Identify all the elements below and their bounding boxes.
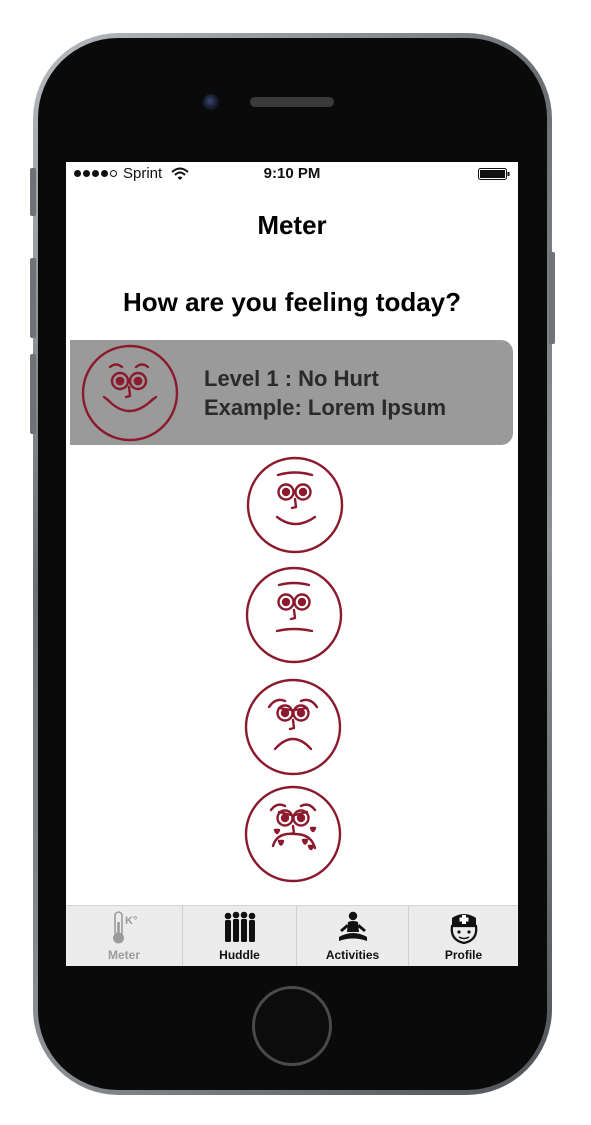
tab-meter-label: Meter bbox=[107, 948, 140, 962]
tab-activities[interactable]: Activities bbox=[297, 906, 409, 966]
tab-profile-label: Profile bbox=[444, 948, 483, 962]
face-option-level-4[interactable] bbox=[243, 677, 343, 777]
level-example: Example: Lorem Ipsum bbox=[204, 395, 447, 420]
tab-meter[interactable]: K° Meter bbox=[66, 906, 183, 966]
face-option-level-3[interactable] bbox=[244, 565, 344, 665]
volume-up-button bbox=[30, 258, 36, 338]
tab-profile[interactable]: Profile bbox=[409, 906, 518, 966]
status-bar: Sprint 9:10 PM bbox=[66, 162, 518, 186]
app-screen: Sprint 9:10 PM Meter How are you feeling… bbox=[66, 162, 518, 966]
page-title: Meter bbox=[257, 210, 327, 240]
front-camera bbox=[203, 94, 219, 110]
battery-icon bbox=[478, 168, 510, 180]
mute-switch bbox=[30, 168, 36, 216]
very-happy-face-icon bbox=[80, 343, 180, 443]
tab-bar: K° Meter Huddle Activities Profile bbox=[66, 905, 518, 966]
tab-huddle[interactable]: Huddle bbox=[183, 906, 297, 966]
tab-huddle-label: Huddle bbox=[219, 948, 260, 962]
group-people-icon bbox=[224, 911, 255, 942]
happy-face-icon bbox=[246, 456, 344, 554]
selected-level-row[interactable]: Level 1 : No Hurt Example: Lorem Ipsum bbox=[70, 340, 513, 445]
feeling-question: How are you feeling today? bbox=[122, 287, 462, 317]
crying-face-icon bbox=[244, 785, 342, 883]
face-option-level-5[interactable] bbox=[243, 784, 343, 884]
sad-face-icon bbox=[244, 678, 342, 776]
svg-text:K°: K° bbox=[125, 915, 137, 927]
thermometer-icon: K° bbox=[113, 911, 137, 944]
meditation-icon bbox=[338, 911, 367, 941]
home-button[interactable] bbox=[252, 986, 332, 1066]
status-time: 9:10 PM bbox=[263, 165, 321, 182]
face-option-level-2[interactable] bbox=[245, 455, 345, 555]
neutral-face-icon bbox=[245, 566, 343, 664]
volume-down-button bbox=[30, 354, 36, 434]
selected-level-text: Level 1 : No Hurt Example: Lorem Ipsum bbox=[204, 364, 446, 422]
tab-activities-label: Activities bbox=[325, 948, 380, 962]
level-title: Level 1 : No Hurt bbox=[204, 366, 379, 391]
earpiece-speaker bbox=[250, 97, 334, 107]
power-button bbox=[549, 252, 555, 344]
nurse-icon bbox=[450, 914, 477, 945]
